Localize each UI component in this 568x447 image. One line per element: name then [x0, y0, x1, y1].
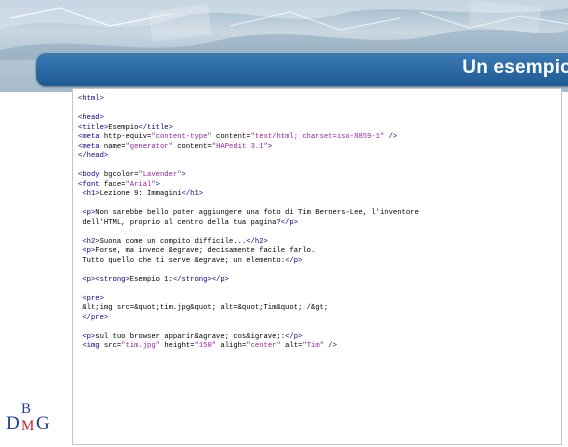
code-text: Suona come un compito difficile...	[99, 237, 247, 246]
code-panel: <html> <head> <title>Esempio</title> <me…	[72, 88, 562, 445]
code-text: &lt;img src=&quot;tim.jpg&quot; alt=&quo…	[82, 304, 329, 312]
code-string: "Tim"	[302, 342, 324, 350]
code-token: <title>	[78, 123, 109, 132]
code-line: <h2>Suona come un compito difficile...</…	[78, 238, 557, 248]
code-line: <p>Forse, ma invece &egrave; decisamente…	[78, 247, 557, 257]
title-bar: Un esempio	[36, 53, 568, 86]
code-line: <meta http-equiv="content-type" content=…	[78, 133, 557, 143]
code-token: <meta	[78, 133, 100, 141]
code-attr: content=	[172, 142, 212, 151]
slide-title: Un esempio	[462, 57, 568, 78]
code-string: "Arial"	[125, 180, 156, 189]
code-line: <title>Esempio</title>	[78, 124, 557, 134]
code-line: dell'HTML, proprio al centro della tua p…	[78, 219, 557, 229]
code-text: Lezione 9: Immagini	[99, 190, 182, 198]
code-token: </h2>	[246, 237, 268, 246]
code-attr: src=	[99, 342, 122, 350]
code-token: </head>	[78, 152, 109, 160]
code-string: "tim.jpg"	[121, 342, 160, 350]
code-text: sul tuo browser apparir&agrave; cos&igra…	[95, 332, 286, 341]
code-line: <head>	[78, 114, 557, 124]
code-token: <p>	[82, 247, 96, 255]
logo-letter-b: B	[21, 401, 32, 417]
code-attr: height=	[160, 342, 195, 350]
code-text: Tutto quello che ti serve &egrave; un el…	[82, 256, 286, 265]
code-text: Non sarebbe bello poter aggiungere una f…	[95, 209, 419, 217]
code-attr: face=	[99, 180, 126, 189]
code-text: Forse, ma invece &egrave; decisamente fa…	[95, 247, 316, 255]
code-line: <font face="Arial">	[78, 181, 557, 191]
code-string: "Lavender"	[138, 171, 182, 179]
code-token: </strong></p>	[172, 275, 229, 284]
code-attr: bgcolor=	[99, 171, 139, 179]
code-string: "content-type"	[151, 133, 212, 141]
code-string: "150"	[194, 342, 217, 350]
code-token: </title>	[138, 123, 173, 132]
code-token: <font	[78, 180, 100, 189]
code-line: <p>Non sarebbe bello poter aggiungere un…	[78, 209, 557, 219]
dbg-logo: D B M G	[6, 400, 66, 440]
code-line: <img src="tim.jpg" height="150" aligh="c…	[78, 342, 557, 352]
code-line: <meta name="generator" content="HAPedit …	[78, 143, 557, 153]
code-attr: alt=	[280, 342, 303, 350]
code-token: <p><strong>	[82, 275, 130, 284]
code-attr: aligh=	[216, 342, 247, 350]
code-token: </pre>	[82, 313, 109, 322]
code-line: <body bgcolor="Lavender">	[78, 171, 557, 181]
code-token: </p>	[285, 256, 303, 265]
code-token: <img	[82, 342, 100, 350]
code-line: <p><strong>Esempio 1:</strong></p>	[78, 276, 557, 286]
code-text: Esempio	[108, 123, 139, 132]
code-text: dell'HTML, proprio al centro della tua p…	[82, 218, 281, 227]
code-line: </pre>	[78, 314, 557, 324]
code-line: &lt;img src=&quot;tim.jpg&quot; alt=&quo…	[78, 304, 557, 314]
code-string: "text/html; charset=iso-8859-1"	[250, 133, 385, 141]
code-token: </p>	[285, 332, 303, 341]
code-line: <p>sul tuo browser apparir&agrave; cos&i…	[78, 333, 557, 343]
code-token: </h1>	[181, 190, 204, 198]
code-string: "HAPedit 3.1"	[211, 142, 268, 151]
code-token: <body	[78, 171, 100, 179]
code-token: >	[181, 171, 186, 179]
slide: Un esempio <html> <head> <title>Esempio<…	[0, 0, 568, 447]
code-text: Esempio 1:	[129, 275, 173, 284]
code-line: <html>	[78, 95, 557, 105]
code-attr: http-equiv=	[99, 133, 152, 141]
code-line: Tutto quello che ti serve &egrave; un el…	[78, 257, 557, 267]
code-token: <h2>	[82, 237, 100, 246]
code-token: <head>	[78, 114, 104, 122]
code-token: <html>	[78, 95, 104, 103]
code-token: <p>	[82, 332, 96, 341]
code-token: <pre>	[82, 294, 104, 303]
code-token: <h1>	[82, 190, 100, 198]
code-token: >	[155, 180, 160, 189]
code-token: />	[323, 342, 337, 350]
code-line: <h1>Lezione 9: Immagini</h1>	[78, 190, 557, 200]
logo-letter-g: G	[36, 413, 50, 434]
code-token: >	[267, 142, 273, 151]
code-attr: name=	[99, 142, 126, 151]
code-string: "center"	[246, 342, 281, 350]
code-listing: <html> <head> <title>Esempio</title> <me…	[78, 95, 557, 352]
code-line: </head>	[78, 152, 557, 162]
logo-letter-m: M	[21, 418, 35, 434]
code-token: />	[384, 133, 398, 141]
logo-letter-d: D	[6, 413, 20, 434]
code-token: <p>	[82, 209, 96, 217]
code-line: <pre>	[78, 295, 557, 305]
code-token: <meta	[78, 142, 100, 151]
code-attr: content=	[211, 133, 251, 141]
code-string: "generator"	[125, 142, 173, 151]
code-token: </p>	[280, 218, 299, 227]
